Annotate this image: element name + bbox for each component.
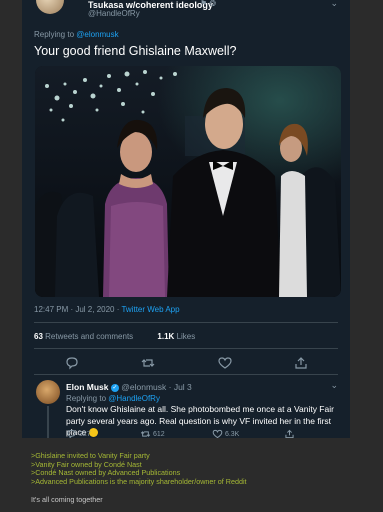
reply-display-name[interactable]: Elon Musk	[66, 382, 109, 392]
greentext-line: >Advanced Publications is the majority s…	[31, 477, 247, 487]
reply-retweets-action[interactable]: 612	[140, 429, 165, 438]
like-icon[interactable]	[218, 356, 234, 370]
author-handle[interactable]: @HandleOfRy	[88, 9, 140, 18]
tweet-photo[interactable]	[35, 66, 341, 297]
chevron-down-icon[interactable]: ⌄	[330, 0, 338, 9]
reply-icon	[67, 429, 76, 438]
likes-stat[interactable]: 1.1K Likes	[157, 332, 195, 341]
reply-replying-to-line: Replying to @HandleOfRy	[66, 394, 160, 403]
replying-prefix: Replying to	[34, 30, 75, 39]
reply-author[interactable]: Elon Musk ✓ @elonmusk · Jul 3	[66, 382, 192, 392]
tweet-client-link[interactable]: Twitter Web App	[121, 305, 179, 314]
reply-replying-prefix: Replying to	[66, 394, 107, 403]
reply-share-action[interactable]	[284, 429, 295, 438]
reply-avatar[interactable]	[36, 380, 60, 404]
verified-icon: ✓	[110, 383, 119, 392]
divider	[34, 322, 338, 323]
share-icon	[285, 429, 294, 438]
chevron-down-icon[interactable]: ⌄	[330, 380, 338, 391]
reply-replying-mention-link[interactable]: @HandleOfRy	[108, 394, 160, 403]
reply-replies-count: 327	[78, 430, 91, 438]
avatar[interactable]	[36, 0, 64, 14]
retweets-label: Retweets and comments	[45, 332, 134, 341]
tweet-card: Tsukasa w/coherent ideology @HandleOfRy …	[22, 0, 350, 438]
retweets-count: 63	[34, 332, 43, 341]
likes-label: Likes	[176, 332, 196, 341]
tweet-time[interactable]: 12:47 PM · Jul 2, 2020 ·	[34, 305, 119, 314]
reply-likes-count: 6.3K	[224, 430, 240, 438]
divider	[34, 374, 338, 375]
reply-handle-date[interactable]: @elonmusk · Jul 3	[121, 382, 192, 392]
party-photo-image	[35, 66, 341, 297]
tweet-author[interactable]: Tsukasa w/coherent ideology @HandleOfRy …	[22, 0, 350, 26]
like-icon	[212, 429, 223, 438]
flag-icon: ⚑ ❂	[200, 0, 217, 8]
retweet-icon[interactable]	[141, 356, 157, 370]
tweet-timestamp: 12:47 PM · Jul 2, 2020 · Twitter Web App	[34, 305, 180, 314]
reply-likes-action[interactable]: 6.3K	[212, 429, 239, 438]
tweet-actions	[22, 356, 350, 370]
likes-count: 1.1K	[157, 332, 175, 341]
reply-icon[interactable]	[65, 356, 81, 370]
retweets-stat[interactable]: 63 Retweets and comments	[34, 332, 135, 341]
tweet-stats: 63 Retweets and comments 1.1K Likes	[34, 332, 195, 341]
share-icon[interactable]	[294, 356, 310, 370]
reply-actions: 327 612 6.3K	[22, 429, 350, 438]
reply-retweets-count: 612	[152, 430, 165, 438]
divider	[34, 348, 338, 349]
tweet-text: Your good friend Ghislaine Maxwell?	[34, 44, 237, 58]
greentext-comment: >Ghislaine invited to Vanity Fair party …	[31, 451, 247, 487]
comment-footer: It's all coming together	[31, 495, 103, 504]
retweet-icon	[140, 431, 151, 437]
replying-to-line: Replying to @elonmusk	[34, 30, 119, 39]
replying-mention-link[interactable]: @elonmusk	[76, 30, 118, 39]
reply-replies-action[interactable]: 327	[66, 429, 91, 438]
